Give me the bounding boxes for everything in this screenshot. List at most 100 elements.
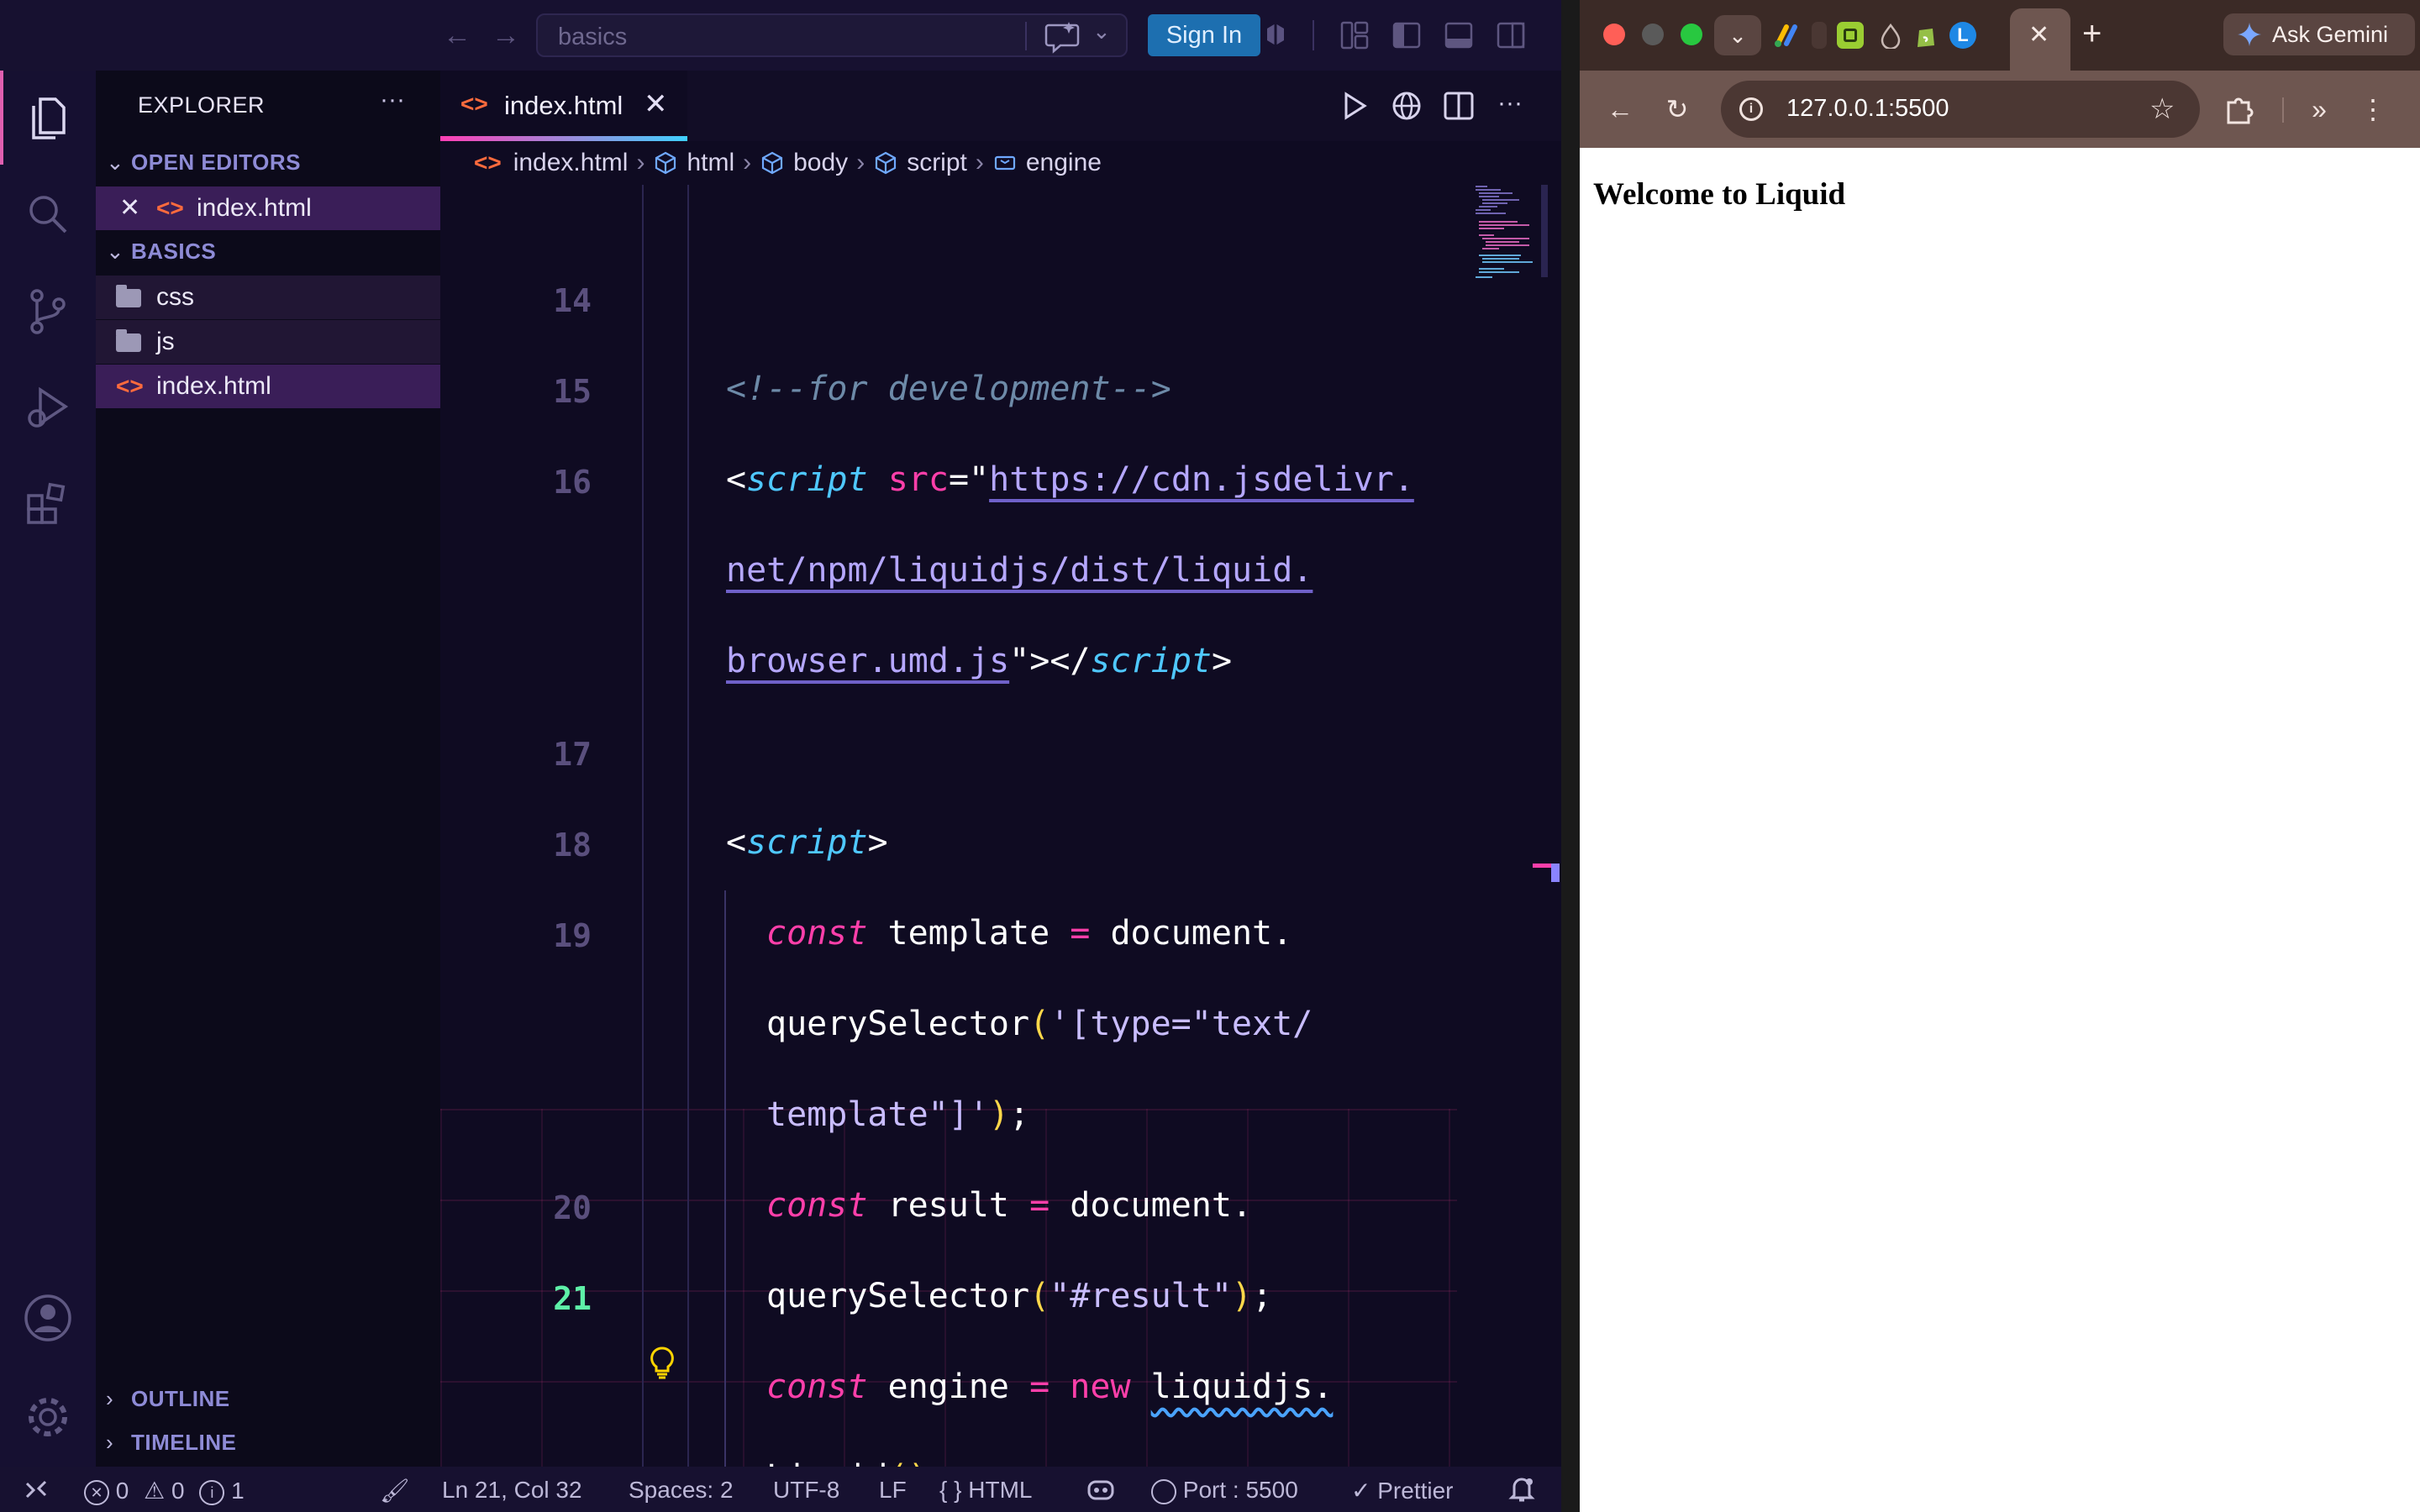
- tab-index-html[interactable]: <> index.html ✕: [440, 71, 687, 141]
- open-editor-item[interactable]: ✕ <> index.html: [96, 186, 440, 230]
- remote-icon[interactable]: [22, 1475, 50, 1504]
- minimap[interactable]: [1449, 185, 1561, 1467]
- globe-preview-icon[interactable]: [1390, 89, 1423, 123]
- line-number: 14: [553, 282, 592, 319]
- close-tab-icon[interactable]: ✕: [2028, 20, 2049, 50]
- outline-label: OUTLINE: [131, 1386, 230, 1411]
- address-url[interactable]: 127.0.0.1:5500: [1786, 95, 1949, 123]
- port-label: Port : 5500: [1182, 1477, 1298, 1503]
- editor-more-icon[interactable]: ···: [1497, 89, 1531, 123]
- toggle-panel-icon[interactable]: [1444, 20, 1474, 50]
- shopify-favicon[interactable]: [1912, 22, 1939, 49]
- breadcrumb-item[interactable]: body: [793, 149, 848, 177]
- code-editor[interactable]: 14 15 16 17 18 19 20 21 <!--for developm…: [440, 185, 1457, 1467]
- code-url[interactable]: https://cdn.jsdelivr.: [989, 460, 1414, 499]
- breadcrumb-item[interactable]: script: [907, 149, 967, 177]
- braces-icon: { }: [939, 1477, 962, 1503]
- command-center-search[interactable]: basics ⌄: [536, 13, 1128, 57]
- google-ads-favicon[interactable]: [1773, 22, 1800, 49]
- explorer-more-icon[interactable]: ···: [380, 86, 405, 114]
- new-tab-button[interactable]: +: [2082, 15, 2102, 53]
- code-line-16-wrap: net/npm/liquidjs/dist/liquid.: [726, 551, 1313, 590]
- code-paren: (): [888, 1458, 929, 1467]
- basics-section[interactable]: ⌄ BASICS: [106, 239, 216, 265]
- extensions-icon[interactable]: [22, 477, 74, 529]
- minimize-window-button[interactable]: [1642, 24, 1664, 45]
- site-info-icon[interactable]: i: [1739, 97, 1763, 121]
- back-arrow-icon[interactable]: ←: [1602, 91, 1639, 128]
- chevron-down-icon: ⌄: [106, 239, 125, 264]
- close-tab-icon[interactable]: ✕: [644, 87, 668, 121]
- account-icon[interactable]: [22, 1292, 74, 1344]
- code-paren: (: [1029, 1005, 1050, 1043]
- cursor-position[interactable]: Ln 21, Col 32: [442, 1477, 582, 1504]
- active-browser-tab[interactable]: ✕: [2010, 8, 2070, 71]
- tree-item-index-html[interactable]: <> index.html: [96, 365, 440, 408]
- language-label: HTML: [968, 1477, 1033, 1503]
- html-file-icon: <>: [116, 373, 144, 399]
- search-icon[interactable]: [22, 188, 74, 240]
- language-mode[interactable]: { } HTML: [939, 1477, 1033, 1504]
- tree-item-css[interactable]: css: [96, 276, 440, 319]
- code-url[interactable]: net/npm/liquidjs/dist/liquid.: [726, 551, 1313, 590]
- notifications-bell-icon[interactable]: [1507, 1475, 1536, 1504]
- reload-icon[interactable]: ↻: [1659, 91, 1696, 128]
- code-line-19-wrap: template"]');: [766, 1095, 1030, 1134]
- chrome-menu-icon[interactable]: ⋮: [2354, 91, 2391, 128]
- lightbulb-icon[interactable]: [647, 1346, 677, 1379]
- run-debug-icon[interactable]: [22, 381, 74, 433]
- back-arrow-icon[interactable]: ←: [440, 18, 474, 52]
- toggle-primary-sidebar-icon[interactable]: [1392, 20, 1422, 50]
- code-ident: querySelector: [766, 1277, 1030, 1315]
- timeline-section[interactable]: › TIMELINE: [106, 1430, 236, 1456]
- end-of-line[interactable]: LF: [879, 1477, 907, 1504]
- breadcrumb-item[interactable]: html: [687, 149, 734, 177]
- problems-indicator[interactable]: ✕ 0 ⚠ 0 i 1: [84, 1477, 245, 1505]
- close-window-button[interactable]: [1603, 24, 1625, 45]
- split-editor-icon[interactable]: [1442, 89, 1476, 123]
- shopify-bag-favicon[interactable]: [1837, 22, 1864, 49]
- tab-search-button[interactable]: ⌄: [1714, 15, 1761, 55]
- address-bar[interactable]: i 127.0.0.1:5500 ☆: [1721, 81, 2200, 138]
- close-icon[interactable]: ✕: [119, 186, 140, 230]
- toggle-secondary-sidebar-icon[interactable]: [1496, 20, 1526, 50]
- outline-section[interactable]: › OUTLINE: [106, 1386, 230, 1412]
- extensions-puzzle-icon[interactable]: [2222, 91, 2259, 128]
- code-operator: =: [1070, 914, 1091, 953]
- forward-arrow-icon[interactable]: →: [489, 18, 523, 52]
- settings-gear-icon[interactable]: [22, 1391, 74, 1443]
- code-url[interactable]: browser.umd.js: [726, 642, 1009, 680]
- code-ident-warning[interactable]: liquidjs.: [1151, 1368, 1334, 1406]
- liquid-l-favicon[interactable]: L: [1949, 22, 1976, 49]
- chevrons-right-icon[interactable]: »: [2301, 91, 2338, 128]
- copilot-icon[interactable]: [1260, 20, 1291, 50]
- droplet-favicon[interactable]: [1877, 22, 1904, 49]
- explorer-files-icon[interactable]: [22, 92, 74, 144]
- paintbrush-icon[interactable]: 🖌: [380, 1477, 410, 1504]
- breadcrumb-item[interactable]: index.html: [513, 149, 629, 177]
- encoding[interactable]: UTF-8: [773, 1477, 839, 1504]
- open-editors-label: OPEN EDITORS: [131, 150, 302, 175]
- prettier-status[interactable]: ✓ Prettier: [1351, 1477, 1454, 1504]
- maximize-window-button[interactable]: [1681, 24, 1702, 45]
- code-line-16-wrap: browser.umd.js"></script>: [726, 642, 1233, 680]
- bookmark-star-icon[interactable]: ☆: [2149, 92, 2175, 126]
- live-server-port[interactable]: Port : 5500: [1151, 1477, 1298, 1504]
- copilot-status-icon[interactable]: [1086, 1475, 1116, 1504]
- tab-favicon-placeholder[interactable]: [1812, 22, 1827, 49]
- folder-icon: [116, 329, 141, 352]
- run-icon[interactable]: [1338, 89, 1371, 123]
- tree-item-js[interactable]: js: [96, 320, 440, 364]
- chevron-right-icon: ›: [975, 149, 984, 177]
- open-editors-section[interactable]: ⌄ OPEN EDITORS: [106, 150, 301, 176]
- breadcrumb-item[interactable]: engine: [1026, 149, 1102, 177]
- ask-gemini-button[interactable]: Ask Gemini: [2223, 13, 2415, 55]
- source-control-icon[interactable]: [22, 286, 74, 338]
- code-attr: src: [887, 460, 949, 499]
- code-ident: engine: [887, 1368, 1010, 1406]
- chevron-down-icon[interactable]: ⌄: [1092, 18, 1111, 45]
- chat-sparkle-icon[interactable]: [1044, 20, 1081, 54]
- sign-in-button[interactable]: Sign In: [1148, 14, 1260, 56]
- indentation[interactable]: Spaces: 2: [629, 1477, 734, 1504]
- customize-layout-icon[interactable]: [1339, 20, 1370, 50]
